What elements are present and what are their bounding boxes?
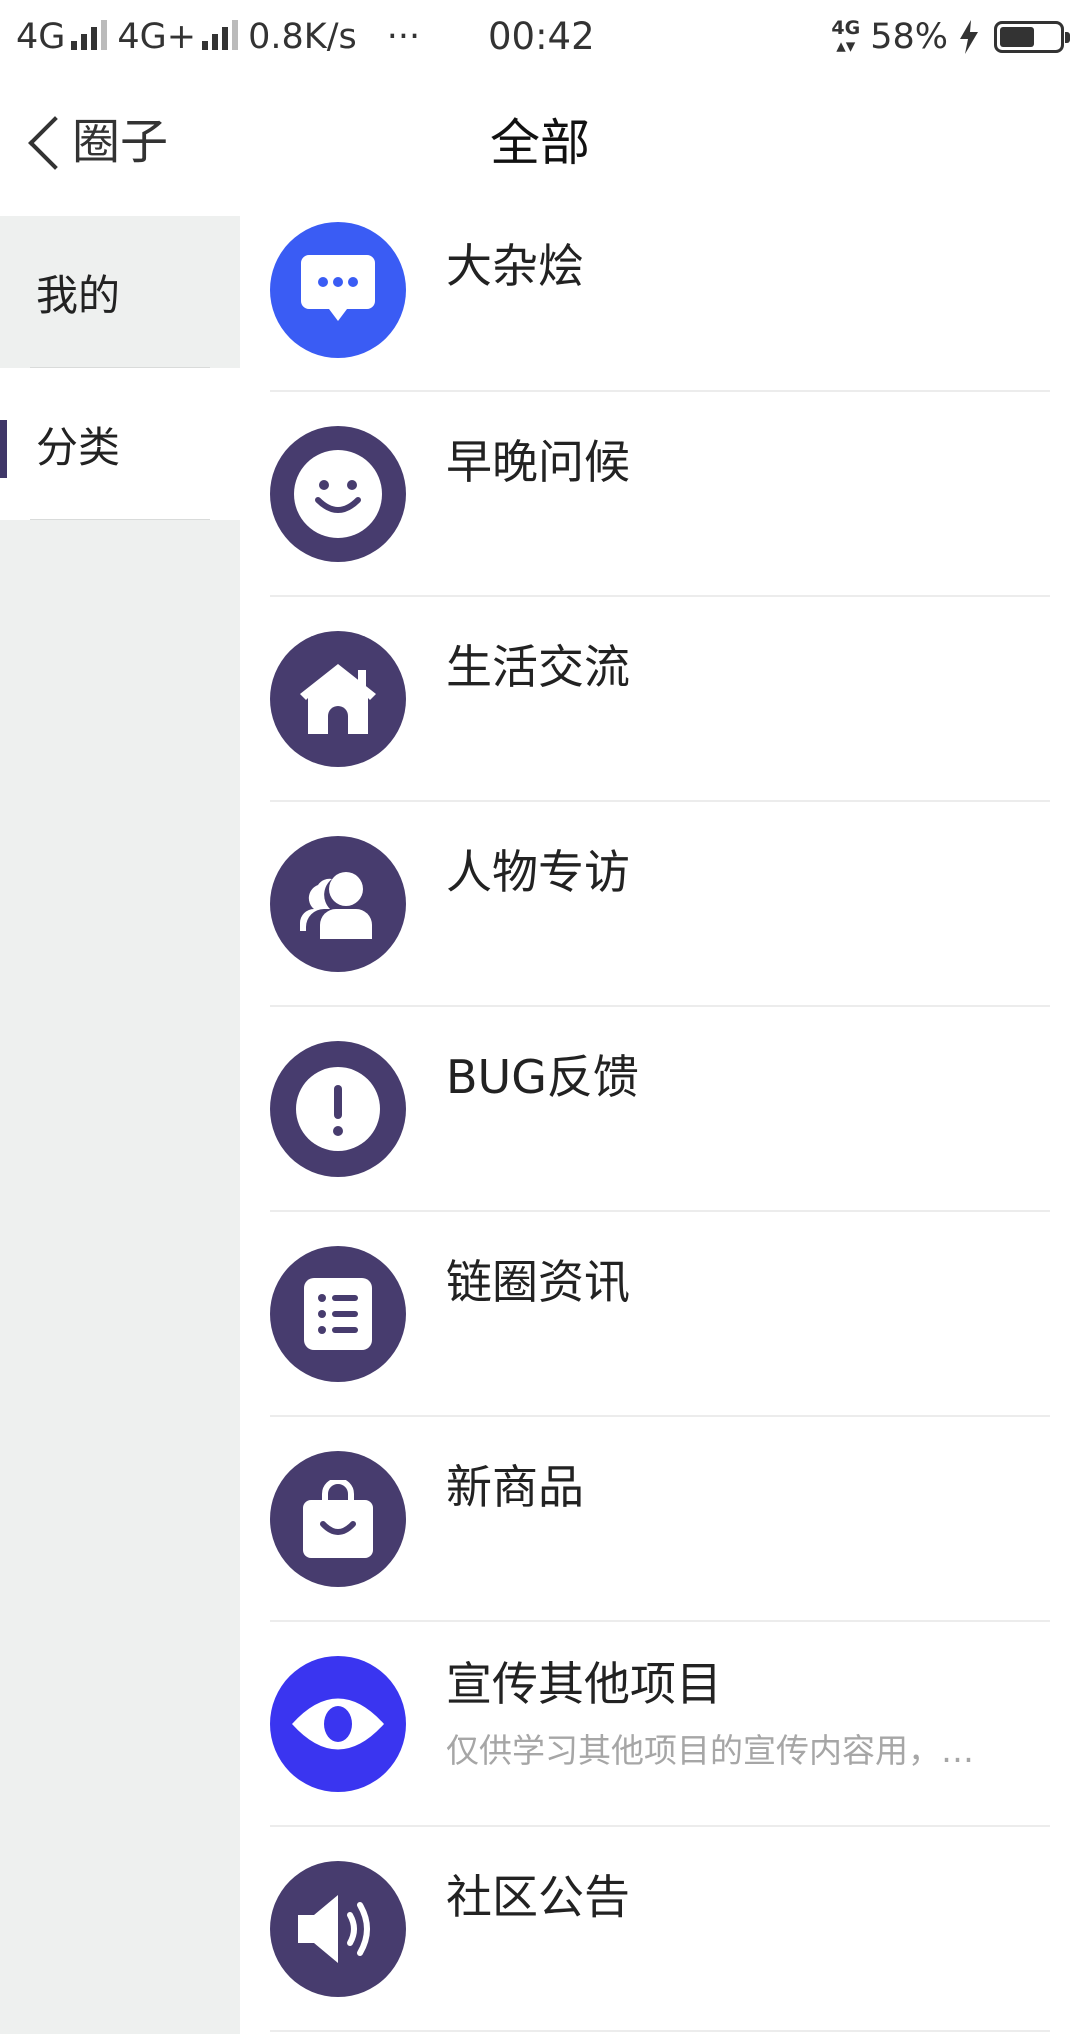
sidebar-item-category[interactable]: 分类 [0, 368, 240, 520]
list-item-description: 仅供学习其他项目的宣传内容用，… [446, 1731, 974, 1770]
carrier-1: 4G [16, 17, 66, 57]
list-item[interactable]: 宣传其他项目 仅供学习其他项目的宣传内容用，… [240, 1622, 1080, 1827]
list-item-title: 生活交流 [446, 640, 630, 694]
list-item-title: 社区公告 [446, 1870, 630, 1924]
home-icon [270, 631, 406, 767]
list-item[interactable]: 链圈资讯 [240, 1212, 1080, 1417]
battery-icon [994, 21, 1070, 53]
sidebar: 我的 分类 [0, 216, 240, 2034]
list-item[interactable]: 新商品 [240, 1417, 1080, 1622]
page-title: 全部 [490, 114, 590, 172]
list-item-title: 早晚问候 [446, 435, 630, 489]
list-item-title: BUG反馈 [446, 1050, 639, 1104]
divider [30, 519, 210, 520]
status-right: 4G ▴▾ 58% [831, 14, 1070, 60]
status-left: 4G 4G+ 0.8K/s ··· [16, 14, 420, 60]
charging-icon [960, 20, 978, 54]
list-item[interactable]: 社区公告 [240, 1827, 1080, 2032]
list-item[interactable]: 早晚问候 [240, 392, 1080, 597]
list-item[interactable]: BUG反馈 [240, 1007, 1080, 1212]
sidebar-item-label: 我的 [36, 270, 121, 320]
more-icon: ··· [386, 17, 421, 57]
list-item-title: 新商品 [446, 1460, 584, 1514]
alert-icon [270, 1041, 406, 1177]
list-item[interactable]: 生活交流 [240, 597, 1080, 802]
list-item[interactable]: 人物专访 [240, 802, 1080, 1007]
category-list: 大杂烩 早晚问候 生活交流 人物专访 BUG反馈 链圈资讯 新商品 宣传其他项目… [240, 216, 1080, 2032]
status-time: 00:42 [488, 15, 595, 58]
battery-percent: 58% [870, 17, 948, 57]
signal-icon [202, 20, 239, 50]
eye-icon [270, 1656, 406, 1792]
list-item[interactable]: 大杂烩 [240, 216, 1080, 392]
list-item-title: 人物专访 [446, 845, 630, 899]
users-icon [270, 836, 406, 972]
sidebar-item-mine[interactable]: 我的 [0, 216, 240, 368]
nav-header: 圈子 全部 [0, 74, 1080, 216]
battery-fill [1000, 27, 1034, 47]
smile-icon [270, 426, 406, 562]
shopping-bag-icon [270, 1451, 406, 1587]
chat-bubble-icon [270, 222, 406, 358]
status-bar: 4G 4G+ 0.8K/s ··· 00:42 4G ▴▾ 58% [0, 0, 1080, 74]
list-item-title: 大杂烩 [446, 239, 584, 293]
list-item-title: 链圈资讯 [446, 1255, 630, 1309]
network-speed: 0.8K/s [248, 17, 357, 57]
network-badge: 4G [831, 17, 861, 39]
network-4g-icon: 4G ▴▾ [831, 17, 861, 57]
carrier-2: 4G+ [117, 17, 197, 57]
list-item-title: 宣传其他项目 [446, 1657, 722, 1711]
signal-icon [71, 20, 108, 50]
sidebar-item-label: 分类 [36, 422, 121, 472]
speaker-icon [270, 1861, 406, 1997]
news-list-icon [270, 1246, 406, 1382]
